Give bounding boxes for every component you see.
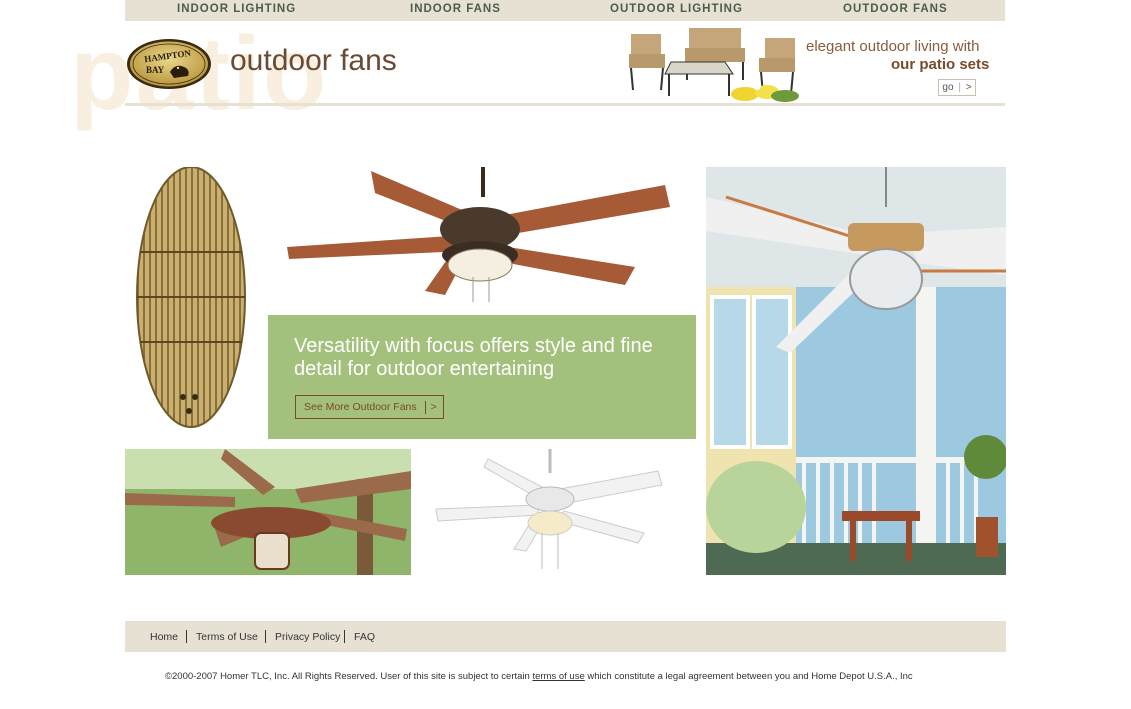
footer-link-home[interactable]: Home — [150, 631, 178, 643]
footer-link-privacy[interactable]: Privacy Policy — [275, 631, 340, 643]
copyright-text-pre: ©2000-2007 Homer TLC, Inc. All Rights Re… — [165, 671, 533, 682]
page-title: outdoor fans — [230, 44, 397, 77]
patio-set-image[interactable] — [625, 24, 805, 104]
footer-divider — [186, 630, 187, 643]
chevron-right-icon: > — [965, 82, 972, 93]
footer-link-terms[interactable]: Terms of Use — [196, 631, 258, 643]
nav-outdoor-lighting[interactable]: OUTDOOR LIGHTING — [610, 3, 743, 15]
promo-headline: elegant outdoor living with — [806, 38, 980, 55]
footer-divider — [265, 630, 266, 643]
copper-fan-image[interactable] — [125, 449, 411, 575]
terms-of-use-link[interactable]: terms of use — [532, 671, 584, 682]
svg-text:BAY: BAY — [146, 65, 165, 75]
chevron-right-icon: > — [430, 401, 437, 413]
white-fan-image[interactable] — [430, 449, 666, 575]
porch-fan-image[interactable] — [706, 167, 1006, 575]
promo-message: Versatility with focus offers style and … — [294, 335, 653, 380]
header-divider — [125, 103, 1005, 106]
see-more-outdoor-fans-button[interactable]: See More Outdoor Fans > — [295, 395, 444, 419]
hampton-bay-logo[interactable]: HAMPTON BAY — [126, 38, 212, 90]
go-label: go — [942, 82, 954, 93]
copyright-text-post: which constitute a legal agreement betwe… — [584, 671, 913, 682]
footer-nav: Home Terms of Use Privacy Policy FAQ — [125, 621, 1006, 652]
see-more-label: See More Outdoor Fans — [304, 401, 417, 413]
copyright-notice: ©2000-2007 Homer TLC, Inc. All Rights Re… — [165, 671, 913, 682]
go-button[interactable]: go | > — [938, 79, 976, 96]
nav-outdoor-fans[interactable]: OUTDOOR FANS — [843, 3, 948, 15]
footer-link-faq[interactable]: FAQ — [354, 631, 375, 643]
nav-indoor-lighting[interactable]: INDOOR LIGHTING — [177, 3, 296, 15]
bronze-fan-image[interactable] — [275, 167, 675, 307]
nav-indoor-fans[interactable]: INDOOR FANS — [410, 3, 501, 15]
footer-divider — [344, 630, 345, 643]
promo-subheadline[interactable]: our patio sets — [891, 56, 989, 73]
bamboo-blade-image[interactable] — [125, 167, 260, 437]
